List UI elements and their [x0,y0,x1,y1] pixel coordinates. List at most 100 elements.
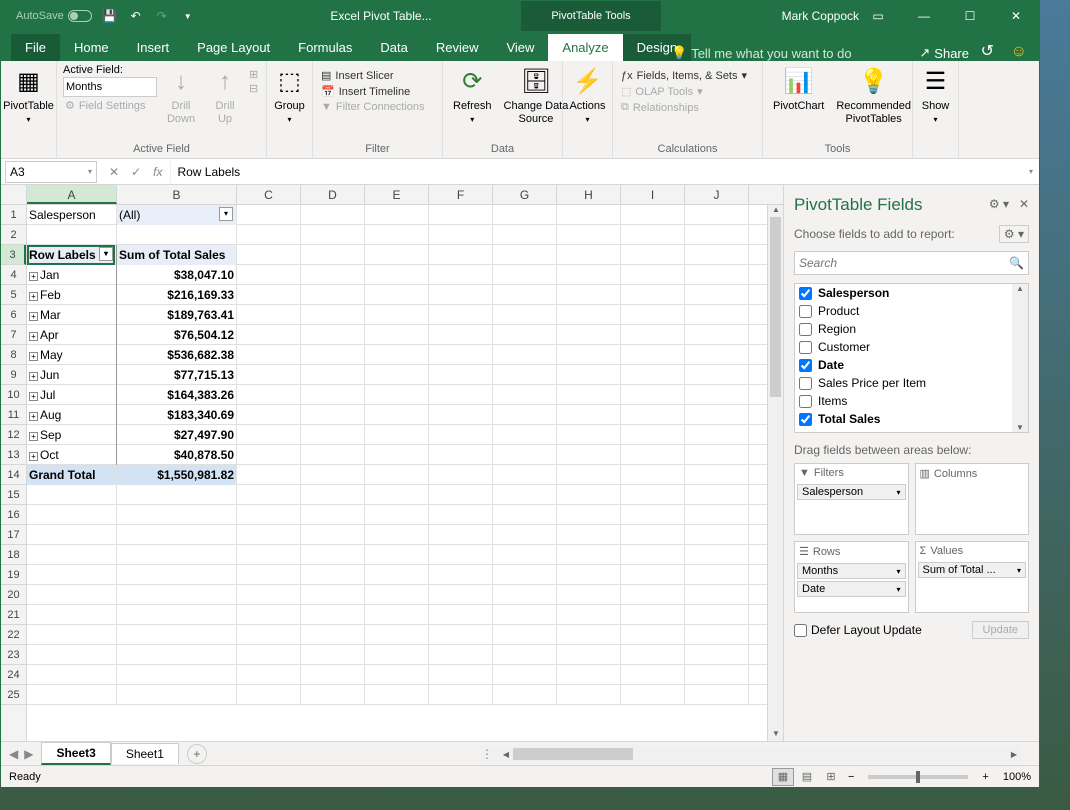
cell[interactable] [301,505,365,525]
cell[interactable] [365,665,429,685]
cell[interactable]: +Jul [27,385,117,405]
cell[interactable] [301,645,365,665]
cell[interactable] [237,645,301,665]
cell[interactable] [621,645,685,665]
cell[interactable] [557,225,621,245]
cell[interactable] [301,665,365,685]
cell[interactable] [429,285,493,305]
cell[interactable] [493,485,557,505]
cell[interactable] [429,485,493,505]
cell[interactable]: Grand Total [27,465,117,485]
cell[interactable] [429,445,493,465]
cell[interactable] [237,665,301,685]
cell[interactable] [117,505,237,525]
cell[interactable] [27,565,117,585]
cell[interactable] [301,245,365,265]
cell[interactable] [557,565,621,585]
cell[interactable] [429,465,493,485]
name-box[interactable]: A3 ▾ [5,161,97,183]
cell[interactable] [365,605,429,625]
defer-checkbox[interactable]: Defer Layout Update [794,623,922,637]
normal-view-icon[interactable]: ▦ [772,768,794,786]
cell[interactable] [237,465,301,485]
cell[interactable] [557,465,621,485]
column-header[interactable]: G [493,185,557,204]
row-header[interactable]: 12 [1,425,26,445]
field-item[interactable]: Product [795,302,1028,320]
cell[interactable] [621,325,685,345]
cell[interactable] [557,645,621,665]
row-header[interactable]: 8 [1,345,26,365]
area-item[interactable]: Months▾ [797,563,906,579]
cell[interactable] [301,585,365,605]
cell[interactable] [301,465,365,485]
cell[interactable] [557,605,621,625]
cell[interactable] [365,345,429,365]
cell[interactable] [493,265,557,285]
qat-customize-icon[interactable]: ▼ [180,8,196,24]
save-icon[interactable]: 💾 [102,8,118,24]
cell[interactable] [621,445,685,465]
tools-icon[interactable]: ⚙ ▾ [999,225,1029,243]
cell[interactable] [685,525,749,545]
cell[interactable] [301,285,365,305]
row-header[interactable]: 9 [1,365,26,385]
tell-me-search[interactable]: 💡 Tell me what you want to do [671,45,852,61]
sheet-next-icon[interactable]: ▶ [24,747,33,761]
cell[interactable] [301,345,365,365]
cell[interactable] [621,245,685,265]
expand-icon[interactable]: + [29,332,38,341]
row-header[interactable]: 24 [1,665,26,685]
cell[interactable] [685,485,749,505]
cell[interactable]: (All)▾ [117,205,237,225]
expand-icon[interactable]: + [29,392,38,401]
cell[interactable]: $40,878.50 [117,445,237,465]
cell[interactable] [621,345,685,365]
cell[interactable] [685,685,749,705]
row-header[interactable]: 15 [1,485,26,505]
cell[interactable] [621,545,685,565]
zoom-in-icon[interactable]: + [978,771,992,783]
cell[interactable] [429,565,493,585]
cell[interactable]: Salesperson [27,205,117,225]
cell[interactable] [237,445,301,465]
cell[interactable] [429,345,493,365]
cell[interactable]: $77,715.13 [117,365,237,385]
cell[interactable] [117,605,237,625]
cell[interactable]: +Jan [27,265,117,285]
cell[interactable] [557,405,621,425]
cell[interactable] [429,225,493,245]
field-checkbox[interactable] [799,287,812,300]
cell[interactable] [301,605,365,625]
cell[interactable] [685,565,749,585]
scroll-right-icon[interactable]: ▶ [1007,750,1021,759]
cell[interactable] [27,625,117,645]
cell[interactable] [429,405,493,425]
cell[interactable] [365,365,429,385]
cell[interactable]: $536,682.38 [117,345,237,365]
cell[interactable] [685,305,749,325]
cell[interactable] [557,245,621,265]
cell[interactable]: $38,047.10 [117,265,237,285]
cell[interactable]: +Aug [27,405,117,425]
column-header[interactable]: F [429,185,493,204]
cell[interactable] [301,385,365,405]
cell[interactable] [27,665,117,685]
cell[interactable] [237,245,301,265]
cell[interactable] [117,665,237,685]
cell[interactable] [117,525,237,545]
cell[interactable] [493,425,557,445]
filter-connections-button[interactable]: ▼Filter Connections [319,100,436,114]
cell[interactable] [237,285,301,305]
group-button[interactable]: ⬚ Group ▾ [273,64,306,127]
cell[interactable] [557,385,621,405]
cell[interactable] [237,205,301,225]
cell[interactable] [117,645,237,665]
rows-area[interactable]: ☰Rows Months▾Date▾ [794,541,909,613]
cell[interactable]: $164,383.26 [117,385,237,405]
cell[interactable] [557,425,621,445]
cell[interactable] [365,525,429,545]
row-header[interactable]: 3 [1,245,26,265]
cell[interactable] [365,545,429,565]
cell[interactable] [117,585,237,605]
